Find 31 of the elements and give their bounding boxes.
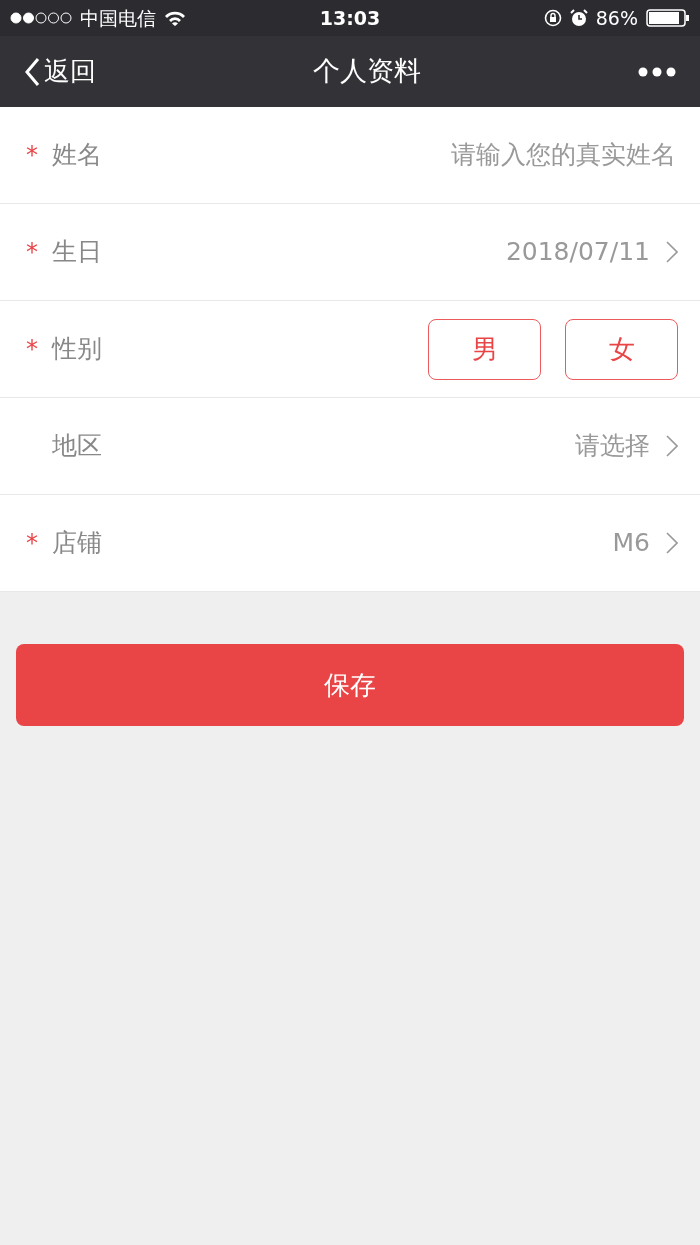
name-input-field[interactable]: 请输入您的真实姓名 <box>318 135 678 175</box>
select-value[interactable]: M6 <box>612 524 650 562</box>
back-link[interactable]: 返回 <box>24 52 96 91</box>
field-label: 店铺 <box>52 527 102 560</box>
select-value[interactable]: 请选择 <box>575 427 650 465</box>
chevron-right-icon <box>666 532 678 554</box>
gender-option-button[interactable]: 男 <box>428 318 541 380</box>
chevron-right-icon <box>666 435 678 457</box>
page-title: 个人资料 <box>313 54 421 89</box>
back-chevron-icon <box>24 56 40 87</box>
required-mark: * <box>26 528 39 559</box>
required-mark: * <box>26 237 39 268</box>
signal-icon <box>10 12 72 24</box>
field-label: 性别 <box>52 333 102 366</box>
rotation-lock-icon <box>543 9 562 27</box>
carrier-name: 中国电信 <box>80 5 156 31</box>
field-label: 生日 <box>52 236 102 269</box>
field-label: 地区 <box>52 430 102 463</box>
chevron-right-icon <box>666 241 678 263</box>
required-mark: * <box>26 140 39 171</box>
wifi-icon <box>164 10 186 26</box>
required-mark: * <box>26 334 39 365</box>
status-time: 13:03 <box>319 5 381 31</box>
field-label: 姓名 <box>52 139 102 172</box>
more-icon[interactable] <box>638 66 676 77</box>
gender-option-button[interactable]: 女 <box>565 318 678 380</box>
battery-icon <box>646 9 690 27</box>
save-button[interactable]: 保存 <box>16 644 684 726</box>
select-value[interactable]: 2018/07/11 <box>505 233 650 271</box>
alarm-icon <box>569 9 588 27</box>
battery-percent: 86% <box>595 5 638 31</box>
